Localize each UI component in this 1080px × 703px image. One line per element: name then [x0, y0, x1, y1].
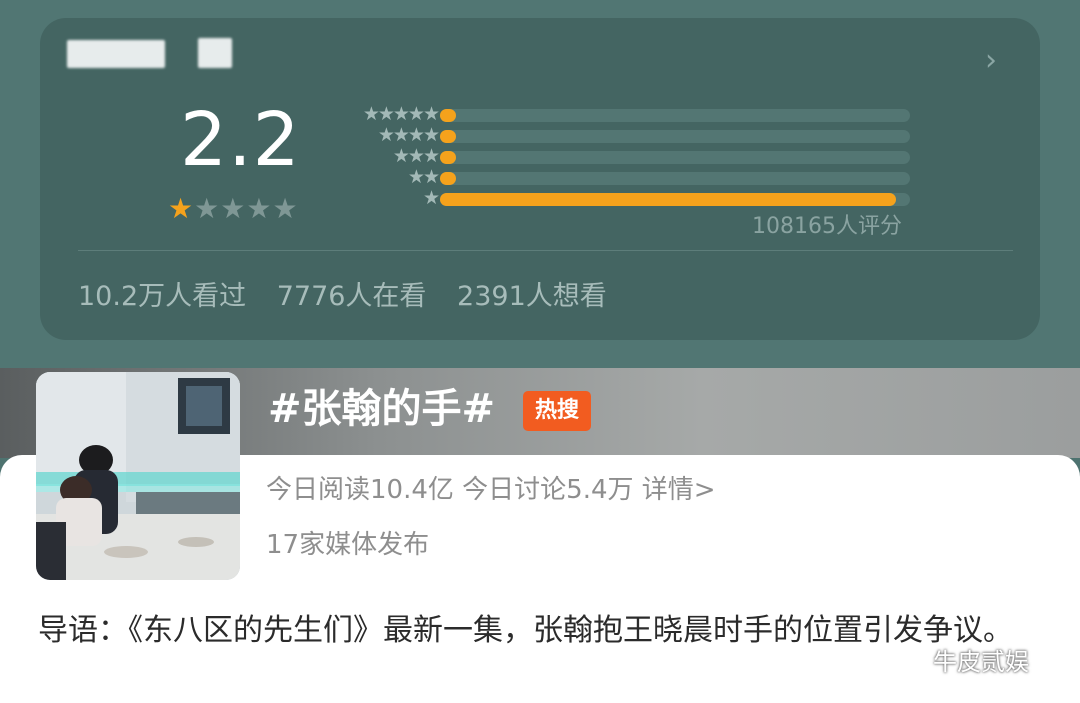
- distribution-track: [440, 151, 910, 164]
- star-icon: ★: [272, 192, 299, 225]
- rating-card[interactable]: › 2.2 ★★★★★ ★★★★★ ★★★★ ★★★ ★★ ★ 108165人评分 10…: [40, 18, 1040, 340]
- distribution-row: ★: [330, 188, 930, 209]
- star-icon: ★: [246, 192, 273, 225]
- row-stars-icon: ★★: [407, 166, 440, 188]
- chevron-right-icon[interactable]: ›: [985, 46, 997, 76]
- wechat-icon: [893, 646, 927, 674]
- media-count: 17家媒体发布: [266, 530, 430, 560]
- score-stars: ★★★★★: [168, 194, 299, 224]
- distribution-bar: [440, 172, 456, 185]
- distribution-row: ★★★★★: [330, 104, 930, 125]
- watched-count: 10.2万人看过: [78, 281, 247, 312]
- row-stars-icon: ★★★: [392, 145, 440, 167]
- want-to-watch-count: 2391人想看: [457, 281, 607, 312]
- watching-count: 7776人在看: [276, 281, 427, 312]
- distribution-track: [440, 130, 910, 143]
- topic-thumbnail[interactable]: [36, 372, 240, 580]
- distribution-track: [440, 193, 910, 206]
- viewer-stats: 10.2万人看过 7776人在看 2391人想看: [78, 274, 629, 313]
- rating-count: 108165人评分: [752, 214, 902, 239]
- star-icon: ★: [220, 192, 247, 225]
- distribution-bar: [440, 151, 456, 164]
- distribution-row: ★★: [330, 167, 930, 188]
- row-stars-icon: ★★★★★: [362, 103, 440, 125]
- row-stars-icon: ★: [422, 187, 440, 209]
- blurred-title-suffix: [198, 38, 232, 68]
- topic-stats[interactable]: 今日阅读10.4亿 今日讨论5.4万 详情>: [266, 473, 716, 507]
- distribution-bar: [440, 109, 456, 122]
- star-icon: ★: [168, 192, 195, 225]
- divider: [78, 250, 1013, 251]
- distribution-track: [440, 172, 910, 185]
- distribution-bar: [440, 130, 456, 143]
- watermark: 牛皮贰娱: [893, 642, 1029, 677]
- watermark-text: 牛皮贰娱: [933, 648, 1029, 676]
- rating-score: 2.2: [180, 97, 301, 183]
- hot-badge: 热搜: [523, 391, 591, 431]
- blurred-title: [67, 40, 165, 68]
- distribution-bar: [440, 193, 896, 206]
- distribution-row: ★★★: [330, 146, 930, 167]
- distribution-row: ★★★★: [330, 125, 930, 146]
- row-stars-icon: ★★★★: [377, 124, 440, 146]
- star-icon: ★: [194, 192, 221, 225]
- topic-title[interactable]: #张翰的手#: [268, 384, 495, 434]
- rating-distribution: ★★★★★ ★★★★ ★★★ ★★ ★: [330, 104, 930, 209]
- distribution-track: [440, 109, 910, 122]
